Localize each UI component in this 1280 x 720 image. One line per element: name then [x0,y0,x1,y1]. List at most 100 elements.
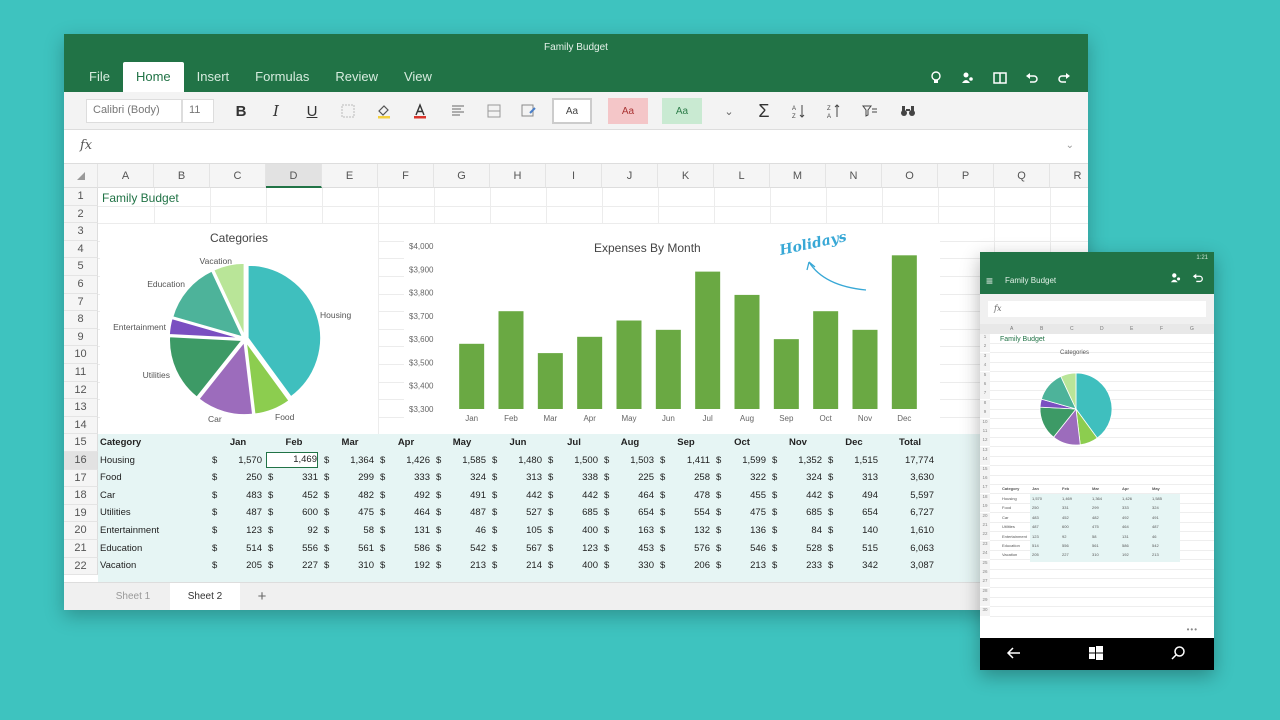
column-header-o[interactable]: O [882,164,938,188]
phone-more-icon[interactable]: ••• [1187,625,1198,634]
table-row-label[interactable]: Entertainment [100,522,159,539]
budget-table[interactable]: Category Jan Feb Mar Apr May Jun Jul Aug Sep Oct No… [98,434,1088,582]
table-cell[interactable]: 1,503 [602,452,654,469]
find-binoculars-icon[interactable] [898,101,918,121]
table-cell[interactable]: 527 [490,504,542,521]
table-cell[interactable]: 3,087 [882,557,934,574]
table-cell[interactable]: 6,063 [882,540,934,557]
table-cell[interactable]: 442 [546,487,598,504]
autosum-button[interactable]: Σ [754,101,774,121]
row-header-14[interactable]: 14 [64,416,98,435]
row-header-20[interactable]: 20 [64,522,98,540]
bar-may[interactable] [616,320,642,409]
row-header-18[interactable]: 18 [64,487,98,505]
table-cell[interactable]: 478 [658,487,710,504]
table-cell[interactable]: 1,599 [714,452,766,469]
column-header-a[interactable]: A [98,164,154,188]
table-header-nov[interactable]: Nov [770,434,826,451]
phone-formula-bar[interactable]: fx [980,294,1214,324]
redo-icon[interactable] [1056,70,1072,86]
chevron-down-icon[interactable]: ⌄ [719,101,739,121]
table-cell[interactable]: 342 [826,557,878,574]
table-cell[interactable]: 1,426 [378,452,430,469]
font-color-icon[interactable] [410,101,430,121]
table-cell[interactable]: 6,727 [882,504,934,521]
bar-dec[interactable] [891,255,917,409]
table-cell[interactable]: 442 [770,487,822,504]
column-header-r[interactable]: R [1050,164,1088,188]
bar-mar[interactable] [537,353,563,409]
row-header-12[interactable]: 12 [64,381,98,400]
table-row-label[interactable]: Education [100,540,142,557]
table-cell[interactable]: 5,597 [882,487,934,504]
column-header-e[interactable]: E [322,164,378,188]
table-cell[interactable]: 554 [658,504,710,521]
table-cell[interactable]: 567 [490,540,542,557]
table-cell[interactable]: 487 [434,504,486,521]
table-cell[interactable]: 233 [770,557,822,574]
table-cell[interactable]: 487 [210,504,262,521]
phone-undo-icon[interactable] [1192,272,1204,287]
table-cell[interactable]: 123 [210,522,262,539]
column-header-q[interactable]: Q [994,164,1050,188]
table-row-label[interactable]: Housing [100,452,135,469]
column-header-m[interactable]: M [770,164,826,188]
sheet-title-cell[interactable]: Family Budget [102,191,179,205]
column-header-d[interactable]: D [266,164,322,188]
cell-style-normal[interactable]: Aa [552,98,592,124]
table-cell[interactable]: 258 [658,469,710,486]
table-cell[interactable]: 452 [266,487,318,504]
table-header-total[interactable]: Total [882,434,938,451]
table-cell[interactable]: 1,515 [826,452,878,469]
tab-review[interactable]: Review [322,62,391,92]
cell-style-good[interactable]: Aa [662,98,702,124]
windows-start-icon[interactable] [1088,645,1104,664]
table-cell[interactable]: 105 [490,522,542,539]
row-header-11[interactable]: 11 [64,364,98,382]
table-header-jul[interactable]: Jul [546,434,602,451]
table-row-label[interactable]: Food [100,469,122,486]
book-icon[interactable] [992,70,1008,86]
table-cell[interactable]: 46 [434,522,486,539]
row-header-16[interactable]: 16 [64,452,98,470]
table-cell[interactable]: 324 [770,469,822,486]
cell-style-bad[interactable]: Aa [608,98,648,124]
row-header-4[interactable]: 4 [64,240,98,259]
bar-apr[interactable] [577,336,603,409]
table-header-oct[interactable]: Oct [714,434,770,451]
table-cell[interactable]: 192 [378,557,430,574]
table-cell[interactable]: 442 [490,487,542,504]
column-header-f[interactable]: F [378,164,434,188]
table-cell[interactable]: 205 [210,557,262,574]
table-cell[interactable]: 1,570 [210,452,262,469]
font-family-dropdown[interactable]: Calibri (Body) [86,99,182,123]
table-cell[interactable]: 482 [322,487,374,504]
table-cell[interactable]: 1,585 [434,452,486,469]
table-cell[interactable]: 214 [490,557,542,574]
column-header-b[interactable]: B [154,164,210,188]
table-cell[interactable]: 225 [602,469,654,486]
table-cell[interactable]: 58 [322,522,374,539]
row-header-1[interactable]: 1 [64,188,98,206]
row-header-6[interactable]: 6 [64,276,98,294]
table-cell[interactable]: 576 [658,540,710,557]
table-cell[interactable]: 1,610 [882,522,934,539]
phone-share-icon[interactable] [1170,272,1182,287]
bar-feb[interactable] [498,311,524,409]
undo-icon[interactable] [1024,70,1040,86]
bar-jan[interactable] [459,343,485,409]
table-header-feb[interactable]: Feb [266,434,322,451]
table-cell[interactable]: 546 [714,540,766,557]
tab-formulas[interactable]: Formulas [242,62,322,92]
sort-descending-icon[interactable]: ZA [824,101,844,121]
sheet-tab-1[interactable]: Sheet 1 [100,583,166,610]
table-cell[interactable]: 494 [826,487,878,504]
filter-icon[interactable] [860,101,880,121]
borders-icon[interactable] [338,101,358,121]
sheet-tab-2[interactable]: Sheet 2 [170,583,240,610]
format-table-icon[interactable] [519,101,539,121]
table-cell[interactable]: 333 [378,469,430,486]
table-header-apr[interactable]: Apr [378,434,434,451]
hamburger-menu-icon[interactable]: ≡ [986,274,993,288]
table-cell[interactable]: 561 [322,540,374,557]
